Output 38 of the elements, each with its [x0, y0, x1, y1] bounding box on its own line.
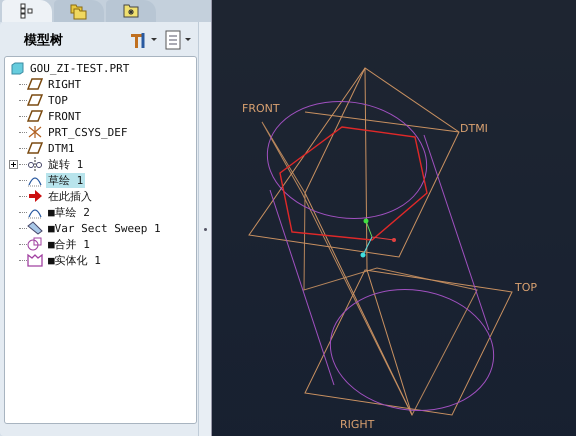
tree-item[interactable]: ■Var Sect Sweep 1	[46, 222, 163, 234]
plane-icon	[27, 110, 43, 122]
sweep-icon	[27, 221, 43, 235]
datum-label: FRONT	[242, 102, 280, 115]
expand-icon[interactable]	[8, 160, 18, 168]
splitter-grip[interactable]	[204, 228, 206, 230]
list-dropdown-icon[interactable]	[165, 30, 193, 50]
arrow-icon	[27, 189, 43, 203]
datum-label: DTMI	[460, 122, 488, 135]
revolve-icon	[27, 157, 43, 171]
solidify-icon	[27, 253, 43, 267]
part-icon	[11, 62, 24, 74]
datum-label: RIGHT	[340, 418, 374, 431]
tree-icon	[20, 3, 34, 19]
tree-item[interactable]: ■草绘 2	[46, 204, 92, 220]
tree-item[interactable]: GOU_ZI-TEST.PRT	[28, 62, 132, 74]
plane-icon	[27, 142, 43, 154]
tree-item[interactable]: ■实体化 1	[46, 252, 103, 268]
tree-item[interactable]: ■合并 1	[46, 236, 92, 252]
plane-icon	[27, 94, 43, 106]
plane-icon	[27, 78, 43, 90]
tree-item[interactable]: 旋转 1	[46, 156, 86, 172]
tree-item[interactable]: PRT_CSYS_DEF	[46, 126, 130, 138]
navigator-tab[interactable]	[106, 0, 156, 22]
folder-star-icon	[123, 4, 139, 18]
tree-item[interactable]: TOP	[46, 94, 70, 106]
axes-icon	[27, 125, 43, 139]
navigator-tab[interactable]	[2, 0, 52, 22]
panel-title: 模型树	[24, 32, 63, 49]
folders-icon	[70, 2, 88, 20]
model-viewport[interactable]: FRONT DTMI TOP RIGHT	[211, 0, 576, 436]
tree-item[interactable]: FRONT	[46, 110, 84, 122]
tree-item[interactable]: DTM1	[46, 142, 76, 154]
tree-item[interactable]: RIGHT	[46, 78, 84, 90]
merge-icon	[27, 237, 43, 251]
tree-item[interactable]: 在此插入	[46, 188, 94, 204]
datum-label: TOP	[515, 281, 538, 294]
tree-item[interactable]: 草绘 1	[46, 172, 86, 188]
